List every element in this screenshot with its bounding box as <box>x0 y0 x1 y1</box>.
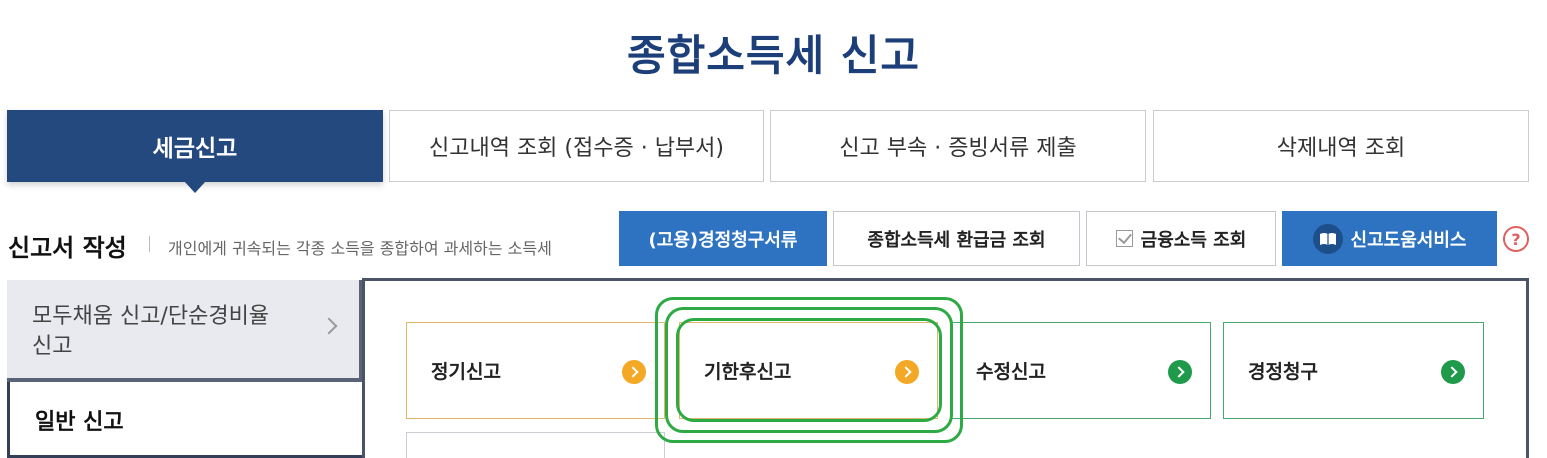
page-title: 종합소득세 신고 <box>626 31 921 80</box>
card-correction-claim-label: 경정청구 <box>1248 361 1318 383</box>
arrow-right-icon <box>1168 360 1192 384</box>
side-menu-item-general[interactable]: 일반 신고 <box>7 382 363 458</box>
financial-income-inquiry-label: 금융소득 조회 <box>1140 229 1247 251</box>
tab-filing-history[interactable]: 신고내역 조회 (접수증 · 납부서) <box>389 110 764 182</box>
arrow-right-icon <box>1441 360 1465 384</box>
tab-supporting-documents[interactable]: 신고 부속 · 증빙서류 제출 <box>770 110 1146 182</box>
chevron-right-icon <box>320 317 338 335</box>
checkbox-icon <box>1115 230 1133 247</box>
help-service-button[interactable]: 신고도움서비스 <box>1282 211 1497 266</box>
employment-correction-docs-button[interactable]: (고용)경정청구서류 <box>619 211 827 266</box>
help-icon[interactable]: ? <box>1503 226 1529 252</box>
card-additional[interactable] <box>406 432 665 458</box>
side-menu-item-prefilled-label: 모두채움 신고/단순경비율 신고 <box>32 304 270 359</box>
card-regular-filing-label: 정기신고 <box>431 361 501 383</box>
book-icon <box>1312 223 1343 254</box>
side-menu-item-general-label: 일반 신고 <box>35 410 124 435</box>
section-title: 신고서 작성 <box>8 234 127 262</box>
employment-correction-docs-label: (고용)경정청구서류 <box>648 229 798 251</box>
tab-deleted-history[interactable]: 삭제내역 조회 <box>1153 110 1529 182</box>
section-divider <box>149 236 150 252</box>
card-amended-filing[interactable]: 수정신고 <box>951 322 1211 419</box>
highlight-outline-inner <box>676 318 942 422</box>
card-regular-filing[interactable]: 정기신고 <box>406 322 665 419</box>
refund-inquiry-label: 종합소득세 환급금 조회 <box>867 229 1046 251</box>
section-description: 개인에게 귀속되는 각종 소득을 종합하여 과세하는 소득세 <box>168 239 552 258</box>
financial-income-inquiry-button[interactable]: 금융소득 조회 <box>1086 211 1276 266</box>
refund-inquiry-button[interactable]: 종합소득세 환급금 조회 <box>833 211 1080 266</box>
tab-tax-filing[interactable]: 세금신고 <box>7 110 383 193</box>
side-menu-item-prefilled[interactable]: 모두채움 신고/단순경비율 신고 <box>7 280 363 382</box>
arrow-right-icon <box>622 360 646 384</box>
card-amended-filing-label: 수정신고 <box>976 361 1046 383</box>
card-correction-claim[interactable]: 경정청구 <box>1223 322 1484 419</box>
help-service-label: 신고도움서비스 <box>1350 229 1467 251</box>
